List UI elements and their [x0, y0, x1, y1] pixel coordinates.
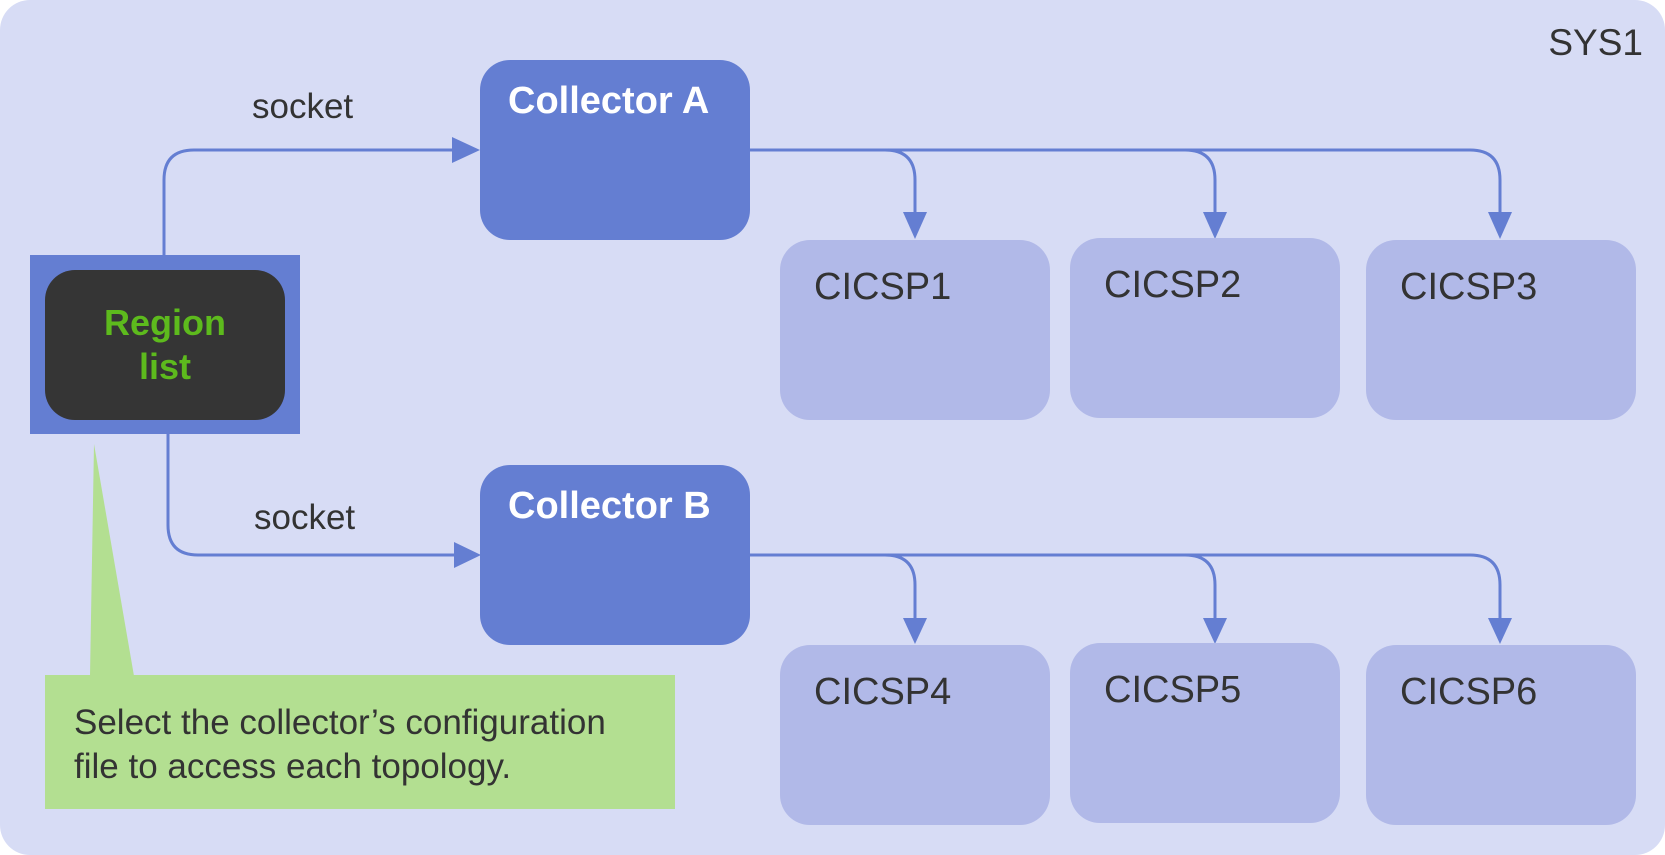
connector-region-to-collector-a [162, 148, 454, 255]
branch-cicsp2 [1184, 148, 1217, 214]
collector-b-node[interactable]: Collector B [480, 465, 750, 645]
collector-a-node[interactable]: Collector A [480, 60, 750, 240]
arrowhead-cicsp6 [1488, 618, 1512, 644]
diagram-canvas: SYS1 socket socket Region list Collector… [0, 0, 1665, 855]
arrowhead-cicsp3 [1488, 212, 1512, 239]
arrowhead-collector-b [454, 542, 481, 568]
arrowhead-collector-a [452, 137, 480, 163]
branch-cicsp3 [1469, 148, 1502, 214]
region-node-cicsp5[interactable]: CICSP5 [1070, 643, 1340, 823]
region-node-label: CICSP5 [1104, 669, 1242, 711]
region-node-label: CICSP6 [1400, 671, 1538, 713]
arrowhead-cicsp5 [1203, 618, 1227, 644]
region-node-cicsp4[interactable]: CICSP4 [780, 645, 1050, 825]
socket-label-b: socket [254, 498, 356, 537]
branch-cicsp1 [884, 148, 917, 214]
arrowhead-cicsp2 [1203, 212, 1227, 239]
callout-text: Select the collector’s configuration fil… [74, 703, 606, 786]
collector-b-label: Collector B [508, 485, 711, 527]
branch-cicsp5 [1184, 553, 1217, 620]
region-node-label: CICSP1 [814, 266, 952, 308]
region-node-label: CICSP2 [1104, 264, 1242, 306]
region-list-node[interactable]: Region list [45, 270, 285, 420]
region-node-cicsp2[interactable]: CICSP2 [1070, 238, 1340, 418]
branch-cicsp6 [1469, 553, 1502, 620]
branch-cicsp4 [884, 553, 917, 620]
collector-a-label: Collector A [508, 80, 710, 122]
region-node-label: CICSP3 [1400, 266, 1538, 308]
region-node-label: CICSP4 [814, 671, 952, 713]
callout-tail [90, 444, 134, 676]
region-node-cicsp3[interactable]: CICSP3 [1366, 240, 1636, 420]
socket-label-a: socket [252, 87, 354, 126]
region-node-cicsp6[interactable]: CICSP6 [1366, 645, 1636, 825]
callout-note: Select the collector’s configuration fil… [45, 675, 675, 809]
arrowhead-cicsp4 [903, 618, 927, 644]
arrowhead-cicsp1 [903, 212, 927, 239]
region-node-cicsp1[interactable]: CICSP1 [780, 240, 1050, 420]
region-list-label: Region list [104, 302, 226, 387]
